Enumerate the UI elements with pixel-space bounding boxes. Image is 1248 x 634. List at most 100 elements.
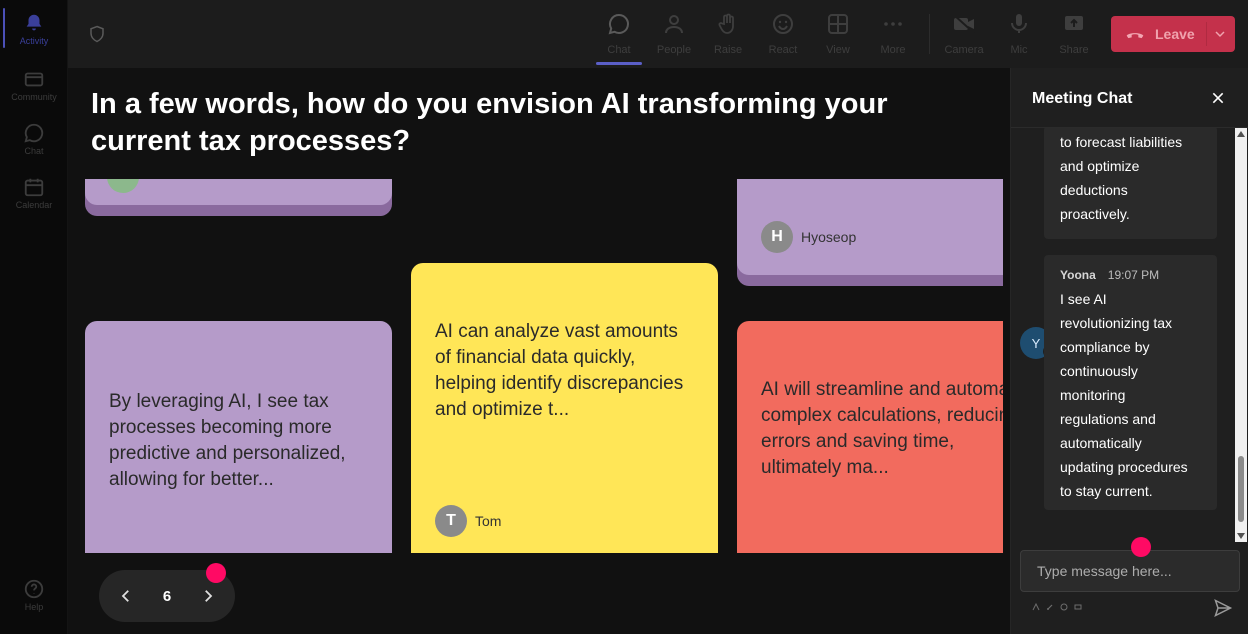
chat-scrollbar[interactable] <box>1235 128 1247 542</box>
mic-button[interactable]: Mic <box>993 10 1045 62</box>
presentation-stage: In a few words, how do you envision AI t… <box>68 68 1010 634</box>
send-icon[interactable] <box>1213 598 1233 618</box>
chat-icon <box>24 123 44 143</box>
toolbar-divider <box>929 14 930 54</box>
share-screen-icon <box>1065 16 1083 30</box>
rail-label: Chat <box>24 146 44 156</box>
shield-icon[interactable] <box>88 24 106 44</box>
react-label: React <box>768 44 798 56</box>
message-line: monitoring <box>1060 387 1126 403</box>
response-card[interactable]: By leveraging AI, I see tax processes be… <box>85 321 392 553</box>
message-list: to forecast liabilities and optimize ded… <box>1011 128 1235 542</box>
view-label: View <box>826 44 850 56</box>
rail-item-activity[interactable]: Activity <box>0 4 68 54</box>
card-text: AI can analyze vast amounts of financial… <box>435 321 684 420</box>
avatar: T <box>435 505 467 537</box>
leave-label: Leave <box>1155 26 1195 42</box>
message-line: proactively. <box>1060 206 1130 222</box>
response-board: H Hyoseop By leveraging AI, I see tax pr… <box>68 179 1003 553</box>
message-line: to stay current. <box>1060 483 1153 499</box>
scroll-thumb[interactable] <box>1238 456 1244 522</box>
share-button[interactable]: Share <box>1048 10 1100 62</box>
card-author: T Tom <box>435 505 501 537</box>
leave-divider <box>1206 22 1207 46</box>
author-name: Hyoseop <box>801 229 857 245</box>
gif-icon[interactable] <box>1074 603 1082 611</box>
mic-icon <box>1011 14 1027 33</box>
leave-button[interactable]: Leave <box>1111 16 1235 52</box>
calendar-icon <box>24 178 44 197</box>
rail-item-community[interactable]: Community <box>0 60 68 110</box>
attach-icon[interactable] <box>1046 603 1054 611</box>
chat-header: Meeting Chat <box>1011 68 1248 128</box>
message-line: regulations and <box>1060 411 1156 427</box>
people-button[interactable]: People <box>648 10 700 62</box>
mic-label: Mic <box>1010 44 1028 56</box>
avatar: H <box>761 221 793 253</box>
rail-item-calendar[interactable]: Calendar <box>0 168 68 218</box>
meeting-chat-panel: Meeting Chat to forecast liabilities and… <box>1010 68 1248 634</box>
chat-message: to forecast liabilities and optimize ded… <box>1044 128 1217 239</box>
rail-label: Community <box>11 92 57 102</box>
emoji-icon[interactable] <box>1060 603 1068 611</box>
more-button[interactable]: More <box>867 10 919 62</box>
camera-label: Camera <box>944 44 984 56</box>
raise-hand-button[interactable]: Raise <box>702 10 754 62</box>
message-time: 19:07 PM <box>1107 268 1160 282</box>
rail-item-chat[interactable]: Chat <box>0 114 68 164</box>
message-line: to forecast liabilities <box>1060 134 1183 150</box>
rail-label: Activity <box>19 36 49 46</box>
response-card[interactable]: AI can analyze vast amounts of financial… <box>411 263 718 553</box>
chevron-left-icon[interactable] <box>117 587 135 605</box>
format-icon[interactable] <box>1032 603 1040 611</box>
view-button[interactable]: View <box>812 10 864 62</box>
close-icon[interactable] <box>1210 90 1226 106</box>
chevron-right-icon[interactable] <box>199 587 217 605</box>
message-input[interactable] <box>1020 550 1240 592</box>
question-title: In a few words, how do you envision AI t… <box>91 88 888 157</box>
message-line: automatically <box>1060 435 1142 451</box>
chat-icon <box>608 13 629 35</box>
response-card[interactable] <box>85 179 392 216</box>
scroll-down-arrow[interactable] <box>1237 533 1245 539</box>
community-icon <box>24 72 44 87</box>
chat-message: Yoona 19:07 PM I see AI revolutionizing … <box>1044 255 1217 510</box>
camera-off-icon <box>953 14 975 34</box>
scroll-up-arrow[interactable] <box>1237 131 1245 137</box>
chat-button[interactable]: Chat <box>593 10 645 62</box>
card-text: AI will streamline and automate complex … <box>761 379 1003 478</box>
message-line: revolutionizing tax <box>1060 315 1173 331</box>
emoji-icon <box>773 14 793 34</box>
card-text: By leveraging AI, I see tax processes be… <box>109 391 346 490</box>
message-line: deductions <box>1060 182 1128 198</box>
chevron-down-icon[interactable] <box>1212 26 1228 42</box>
rail-label: Help <box>24 602 44 612</box>
more-label: More <box>880 44 906 56</box>
camera-button[interactable]: Camera <box>938 10 990 62</box>
response-card[interactable]: AI will streamline and automate complex … <box>737 321 1003 553</box>
message-line: and optimize <box>1060 158 1140 174</box>
message-line: I see AI <box>1060 291 1107 307</box>
cursor-marker <box>1131 537 1151 557</box>
rail-item-help[interactable]: Help <box>0 570 68 620</box>
help-icon <box>24 579 44 599</box>
author-name: Tom <box>475 513 502 529</box>
hand-icon <box>718 13 734 34</box>
bell-icon <box>26 14 42 31</box>
people-icon <box>665 15 683 34</box>
sender-name: Yoona <box>1060 268 1096 282</box>
card-author: H Hyoseop <box>761 221 856 253</box>
phone-hangup-icon <box>1126 33 1144 39</box>
meeting-toolbar: Chat People Raise React View More Camera… <box>68 0 1248 68</box>
grid-icon <box>828 14 848 34</box>
page-number: 6 <box>162 587 172 605</box>
response-card[interactable]: H Hyoseop <box>737 179 1003 286</box>
people-label: People <box>656 44 692 56</box>
raise-label: Raise <box>713 44 743 56</box>
left-rail: Activity Community Chat Calendar Help <box>0 0 68 634</box>
format-toolbar <box>1032 603 1082 611</box>
message-line: compliance by <box>1060 339 1150 355</box>
react-button[interactable]: React <box>757 10 809 62</box>
chat-title: Meeting Chat <box>1032 90 1133 107</box>
share-label: Share <box>1059 44 1089 56</box>
